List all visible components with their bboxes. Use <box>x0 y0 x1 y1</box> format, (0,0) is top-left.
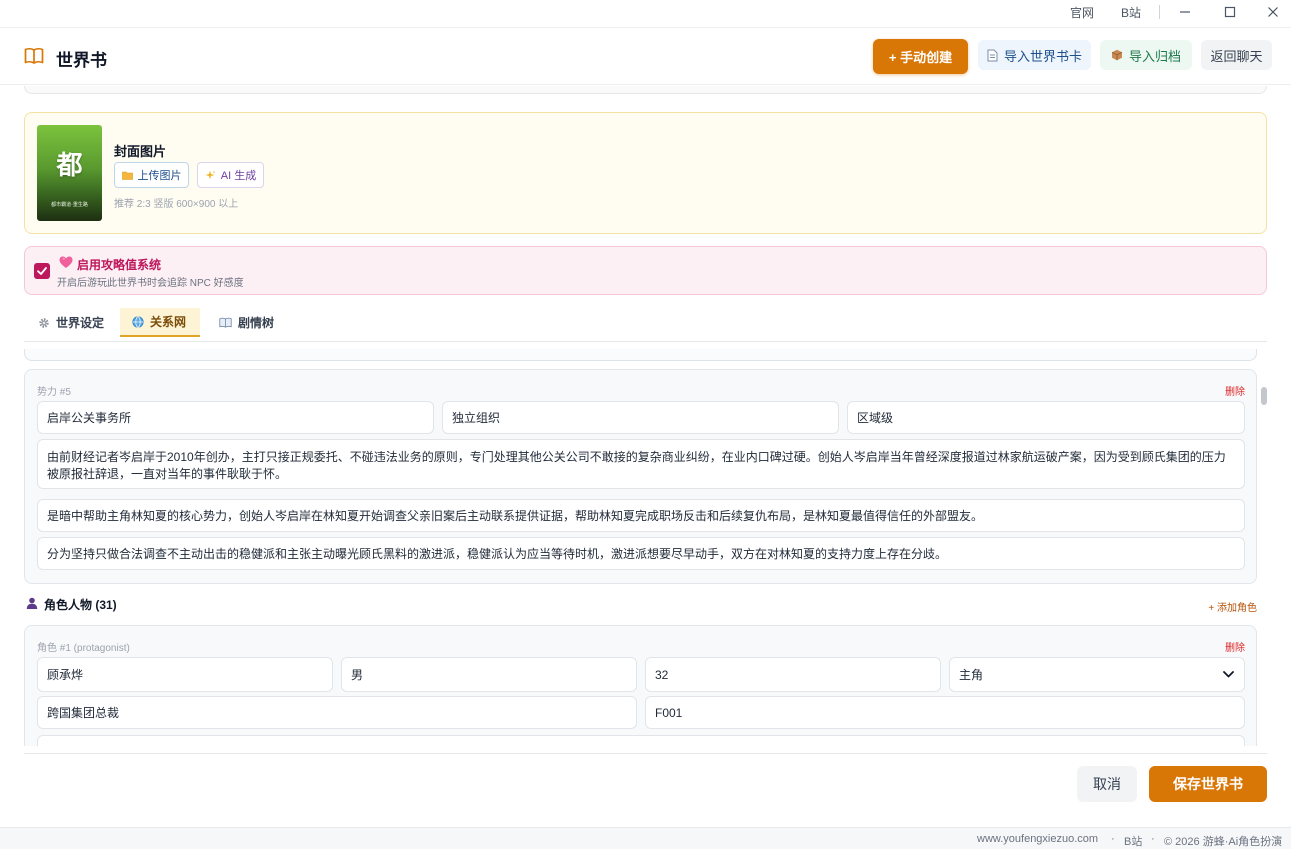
characters-section-title: 角色人物 (31) <box>44 598 117 612</box>
save-world-book-button[interactable]: 保存世界书 <box>1149 766 1267 802</box>
app-header: 世界书 + 手动创建 导入世界书卡 导入归档 返回聊天 <box>0 29 1291 85</box>
faction-name-input[interactable]: 启岸公关事务所 <box>37 401 434 434</box>
folder-icon <box>121 171 133 180</box>
cover-image-card: 都 都市霸道·重生路 封面图片 上传图片 AI 生成 推荐 2:3 竖版 600… <box>24 112 1267 234</box>
ai-generate-button[interactable]: AI 生成 <box>197 162 264 188</box>
character-index-label: 角色 #1 (protagonist) <box>37 643 130 654</box>
faction-conflict-textarea[interactable]: 分为坚持只做合法调查不主动出击的稳健派和主张主动曝光顾氏黑料的激进派，稳健派认为… <box>37 537 1245 570</box>
character-name-input[interactable]: 顾承烨 <box>37 657 333 692</box>
tab-story-tree[interactable]: 剧情树 <box>207 308 286 337</box>
editor-tabs: 世界设定 关系网 剧情树 <box>24 304 1267 342</box>
statusbar-dot: · <box>1151 833 1155 845</box>
faction-index-label: 势力 #5 <box>37 387 71 398</box>
person-icon <box>26 597 38 609</box>
cover-caption: 都市霸道·重生路 <box>51 202 88 208</box>
character-identity-input[interactable]: 跨国集团总裁 <box>37 696 637 729</box>
checkmark-icon <box>37 267 47 275</box>
open-book-icon <box>219 317 232 328</box>
world-book-editor: 都 都市霸道·重生路 封面图片 上传图片 AI 生成 推荐 2:3 竖版 600… <box>0 86 1291 746</box>
bilibili-link[interactable]: B站 <box>1121 4 1141 21</box>
faction-role-textarea[interactable]: 是暗中帮助主角林知夏的核心势力，创始人岑启岸在林知夏开始调查父亲旧案后主动联系提… <box>37 499 1245 532</box>
cancel-label: 取消 <box>1093 776 1121 792</box>
globe-icon <box>132 315 144 328</box>
window-titlebar: 官网 B站 <box>0 0 1291 28</box>
website-link[interactable]: www.youfengxiezuo.com <box>977 833 1098 845</box>
faction-background-textarea[interactable]: 由前财经记者岑启岸于2010年创办，主打只接正规委托、不碰违法业务的原则，专门处… <box>37 439 1245 489</box>
delete-character-button[interactable]: 删除 <box>1225 639 1245 654</box>
status-bar: www.youfengxiezuo.com · B站 · © 2026 游蜂·A… <box>0 827 1291 849</box>
maximize-icon <box>1224 6 1236 18</box>
save-world-book-label: 保存世界书 <box>1173 776 1243 792</box>
upload-image-button[interactable]: 上传图片 <box>114 162 189 188</box>
titlebar-divider <box>1159 5 1160 19</box>
gear-icon <box>39 317 49 328</box>
character-role-select[interactable]: 主角 <box>949 657 1245 692</box>
tab-relationship-network[interactable]: 关系网 <box>120 308 200 337</box>
cover-size-hint: 推荐 2:3 竖版 600×900 以上 <box>114 199 239 210</box>
import-archive-label: 导入归档 <box>1128 48 1181 64</box>
faction-card: 势力 #5 删除 启岸公关事务所 独立组织 区域级 由前财经记者岑启岸于2010… <box>24 369 1257 584</box>
official-site-link[interactable]: 官网 <box>1070 4 1094 21</box>
add-character-button[interactable]: + 添加角色 <box>1208 599 1257 614</box>
affinity-checkbox[interactable] <box>34 263 50 279</box>
character-description-textarea[interactable] <box>37 735 1245 746</box>
character-gender-input[interactable]: 男 <box>341 657 637 692</box>
maximize-button[interactable] <box>1207 0 1253 24</box>
page-title: 世界书 <box>56 51 107 70</box>
package-icon <box>1111 49 1123 61</box>
tab-relationship-network-label: 关系网 <box>150 315 187 329</box>
document-icon <box>987 49 998 61</box>
statusbar-dot: · <box>1111 833 1115 845</box>
cover-title-glyph: 都 <box>56 150 83 180</box>
tab-world-settings-label: 世界设定 <box>56 316 105 330</box>
chevron-down-icon <box>1223 671 1234 678</box>
statusbar-bilibili-link[interactable]: B站 <box>1124 833 1142 849</box>
affinity-system-card: 启用攻略值系统 开启后游玩此世界书时会追踪 NPC 好感度 <box>24 246 1267 295</box>
import-world-card-label: 导入世界书卡 <box>1003 48 1082 64</box>
tab-world-settings[interactable]: 世界设定 <box>26 308 116 337</box>
faction-scope-input[interactable]: 区域级 <box>847 401 1245 434</box>
character-code-input[interactable]: F001 <box>645 696 1245 729</box>
character-age-input[interactable]: 32 <box>645 657 941 692</box>
copyright-text: © 2026 游蜂·Ai角色扮演 <box>1164 836 1283 848</box>
import-world-card-button[interactable]: 导入世界书卡 <box>978 40 1091 70</box>
back-to-chat-label: 返回聊天 <box>1210 48 1263 64</box>
tab-story-tree-label: 剧情树 <box>238 316 275 330</box>
minimize-icon <box>1180 11 1190 13</box>
close-window-button[interactable] <box>1250 0 1291 24</box>
previous-section-edge <box>24 86 1267 94</box>
characters-section-header: 角色人物 (31) + 添加角色 <box>24 595 1257 615</box>
cover-image-label: 封面图片 <box>114 144 167 159</box>
delete-faction-button[interactable]: 删除 <box>1225 383 1245 398</box>
import-archive-button[interactable]: 导入归档 <box>1100 40 1192 70</box>
scrollbar-thumb[interactable] <box>1261 387 1267 405</box>
ai-generate-label: AI 生成 <box>220 170 257 182</box>
book-icon <box>24 47 44 64</box>
upload-image-label: 上传图片 <box>137 170 182 182</box>
minimize-button[interactable] <box>1162 0 1208 24</box>
heart-icon <box>59 256 73 268</box>
sparkle-icon <box>205 170 216 179</box>
close-icon <box>1268 7 1278 17</box>
cancel-button[interactable]: 取消 <box>1077 766 1137 802</box>
affinity-title: 启用攻略值系统 <box>77 258 162 272</box>
character-role-value: 主角 <box>959 668 984 682</box>
manual-create-label: + 手动创建 <box>888 50 953 65</box>
cover-thumbnail[interactable]: 都 都市霸道·重生路 <box>37 125 102 221</box>
footer-divider <box>24 753 1267 754</box>
manual-create-button[interactable]: + 手动创建 <box>873 39 968 74</box>
previous-faction-card-edge <box>24 349 1257 361</box>
affinity-description: 开启后游玩此世界书时会追踪 NPC 好感度 <box>57 278 244 289</box>
relationship-content[interactable]: 势力 #5 删除 启岸公关事务所 独立组织 区域级 由前财经记者岑启岸于2010… <box>24 349 1267 746</box>
faction-type-input[interactable]: 独立组织 <box>442 401 839 434</box>
back-to-chat-button[interactable]: 返回聊天 <box>1201 40 1272 70</box>
character-card: 角色 #1 (protagonist) 删除 顾承烨 男 32 主角 跨国集团总… <box>24 625 1257 746</box>
